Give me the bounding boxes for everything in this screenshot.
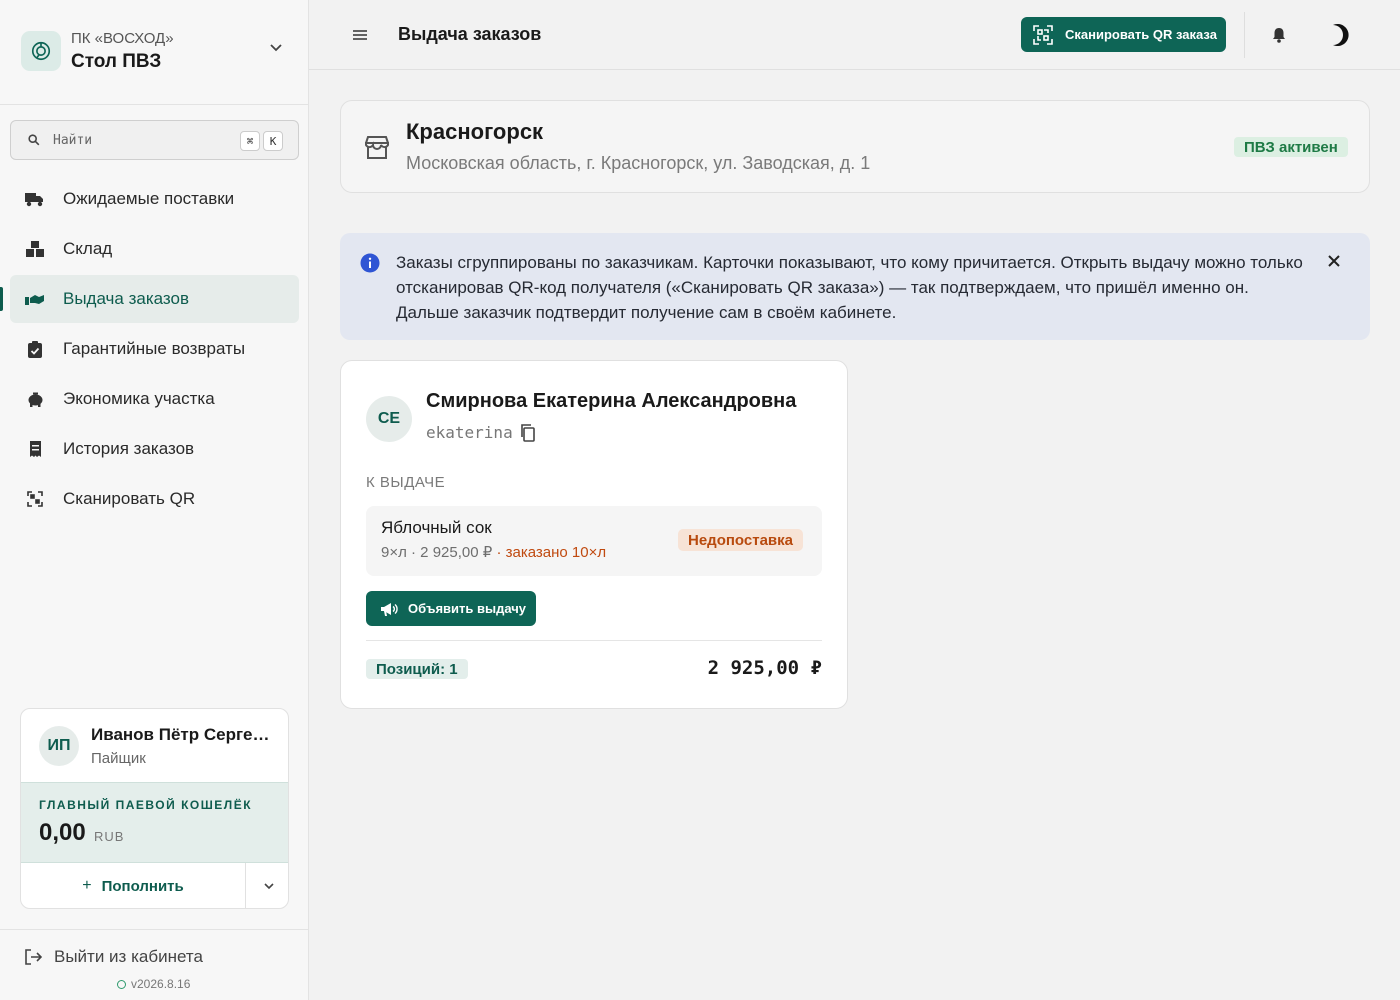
avatar: СЕ [366,396,412,442]
notifications-button[interactable] [1269,25,1289,45]
sidebar-item-label: Ожидаемые поставки [63,189,235,208]
logout-button[interactable]: Выйти из кабинета [24,947,203,967]
sidebar-item-label: Склад [63,239,113,258]
divider [1244,12,1245,58]
megaphone-icon [381,602,398,616]
user-card: ИП Иванов Пётр Сергеевич Пайщик ГЛАВНЫЙ … [20,708,289,909]
copy-icon[interactable] [518,423,538,443]
user-role: Пайщик [91,750,146,767]
top-header: Выдача заказов Сканировать QR заказа [309,0,1400,70]
qr-scan-icon [1033,24,1053,45]
boxes-icon [25,240,45,258]
plus-icon: + [82,877,92,894]
info-text: Заказы сгруппированы по заказчикам. Карт… [396,253,1303,322]
wallet-panel: ГЛАВНЫЙ ПАЕВОЙ КОШЕЛЁК 0,00 RUB [21,782,288,863]
scan-qr-button[interactable]: Сканировать QR заказа [1021,17,1226,52]
pickup-point-title: Красногорск [406,119,544,144]
scan-qr-label: Сканировать QR заказа [1065,27,1217,42]
sidebar-item-warranty-returns[interactable]: Гарантийные возвраты [10,325,299,373]
wallet-amount: 0,00 [39,819,86,846]
avatar[interactable]: ИП [39,726,79,766]
item-quantity-price: 9×л · 2 925,00 ₽ [381,544,493,561]
announce-handover-button[interactable]: Объявить выдачу [366,591,536,626]
customer-card: СЕ Смирнова Екатерина Александровна ekat… [340,360,848,709]
sidebar-item-site-economics[interactable]: Экономика участка [10,375,299,423]
sidebar-item-order-history[interactable]: История заказов [10,425,299,473]
truck-icon [25,190,45,208]
topup-button[interactable]: + Пополнить [21,863,246,908]
topup-label: Пополнить [101,877,184,895]
qr-scan-icon [25,490,45,508]
version-info: v2026.8.16 [117,977,190,991]
version-label: v2026.8.16 [131,977,191,991]
search-input[interactable] [53,129,223,151]
customer-login: ekaterina [426,423,513,442]
announce-label: Объявить выдачу [408,601,527,616]
logout-icon [25,949,42,965]
status-dot-icon [117,979,126,989]
chevron-down-icon [263,882,274,889]
moon-icon[interactable] [1323,21,1351,49]
brand-logo-icon [21,31,61,71]
sidebar-item-scan-qr[interactable]: Сканировать QR [10,475,299,523]
topup-menu-button[interactable] [247,863,288,908]
chevron-down-icon[interactable] [266,38,286,58]
status-badge: ПВЗ активен [1234,137,1348,157]
pickup-point-address: Московская область, г. Красногорск, ул. … [406,153,871,173]
list-item: Яблочный сок 9×л · 2 925,00 ₽ · заказано… [366,506,822,576]
handover-icon [25,290,45,308]
sidebar-item-label: Сканировать QR [63,489,196,508]
sidebar: ПК «ВОСХОД» Стол ПВЗ ⌘ K Ожидаемые поста… [0,0,309,1000]
receipt-icon [25,440,45,458]
clipboard-check-icon [25,340,45,358]
sidebar-item-expected-deliveries[interactable]: Ожидаемые поставки [10,175,299,223]
bell-icon [1273,28,1285,43]
kbd-k: K [263,131,283,151]
info-alert: Заказы сгруппированы по заказчикам. Карт… [340,233,1370,340]
order-total: 2 925,00 ₽ [707,657,822,679]
close-alert-button[interactable] [1324,251,1344,271]
customer-name: Смирнова Екатерина Александровна [426,390,797,412]
store-icon [365,136,389,159]
close-icon [1328,255,1340,267]
divider [0,929,308,930]
item-name: Яблочный сок [381,518,492,537]
sidebar-item-warehouse[interactable]: Склад [10,225,299,273]
info-icon [360,253,380,273]
wallet-currency: RUB [94,829,125,844]
sidebar-item-label: Выдача заказов [63,289,190,308]
page-title: Выдача заказов [398,24,542,44]
search-icon [28,134,40,146]
search-box[interactable]: ⌘ K [10,120,299,160]
brand-switcher[interactable]: ПК «ВОСХОД» Стол ПВЗ [0,0,308,105]
sidebar-item-label: История заказов [63,439,195,458]
divider [366,640,822,641]
brand-title: Стол ПВЗ [71,51,162,72]
shortage-badge: Недопоставка [678,529,803,551]
org-name: ПК «ВОСХОД» [71,30,174,47]
section-label: К ВЫДАЧЕ [366,474,446,491]
sidebar-item-label: Экономика участка [63,389,215,408]
user-name: Иванов Пётр Сергеевич [91,725,276,744]
menu-icon [353,30,367,40]
pickup-point-card: Красногорск Московская область, г. Красн… [340,100,1370,193]
sidebar-item-label: Гарантийные возвраты [63,339,246,358]
item-meta: 9×л · 2 925,00 ₽ · заказано 10×л [381,543,606,561]
sidebar-item-order-handover[interactable]: Выдача заказов [10,275,299,323]
sidebar-nav: Ожидаемые поставки Склад Выдача заказов … [10,175,299,525]
positions-count: Позиций: 1 [366,659,468,679]
menu-button[interactable] [349,25,371,45]
piggy-bank-icon [25,390,45,408]
active-nav-marker [0,287,3,311]
item-ordered-warning: · заказано 10×л [492,544,607,561]
kbd-cmd: ⌘ [240,131,260,151]
logout-label: Выйти из кабинета [54,947,203,966]
wallet-label: ГЛАВНЫЙ ПАЕВОЙ КОШЕЛЁК [39,798,253,812]
